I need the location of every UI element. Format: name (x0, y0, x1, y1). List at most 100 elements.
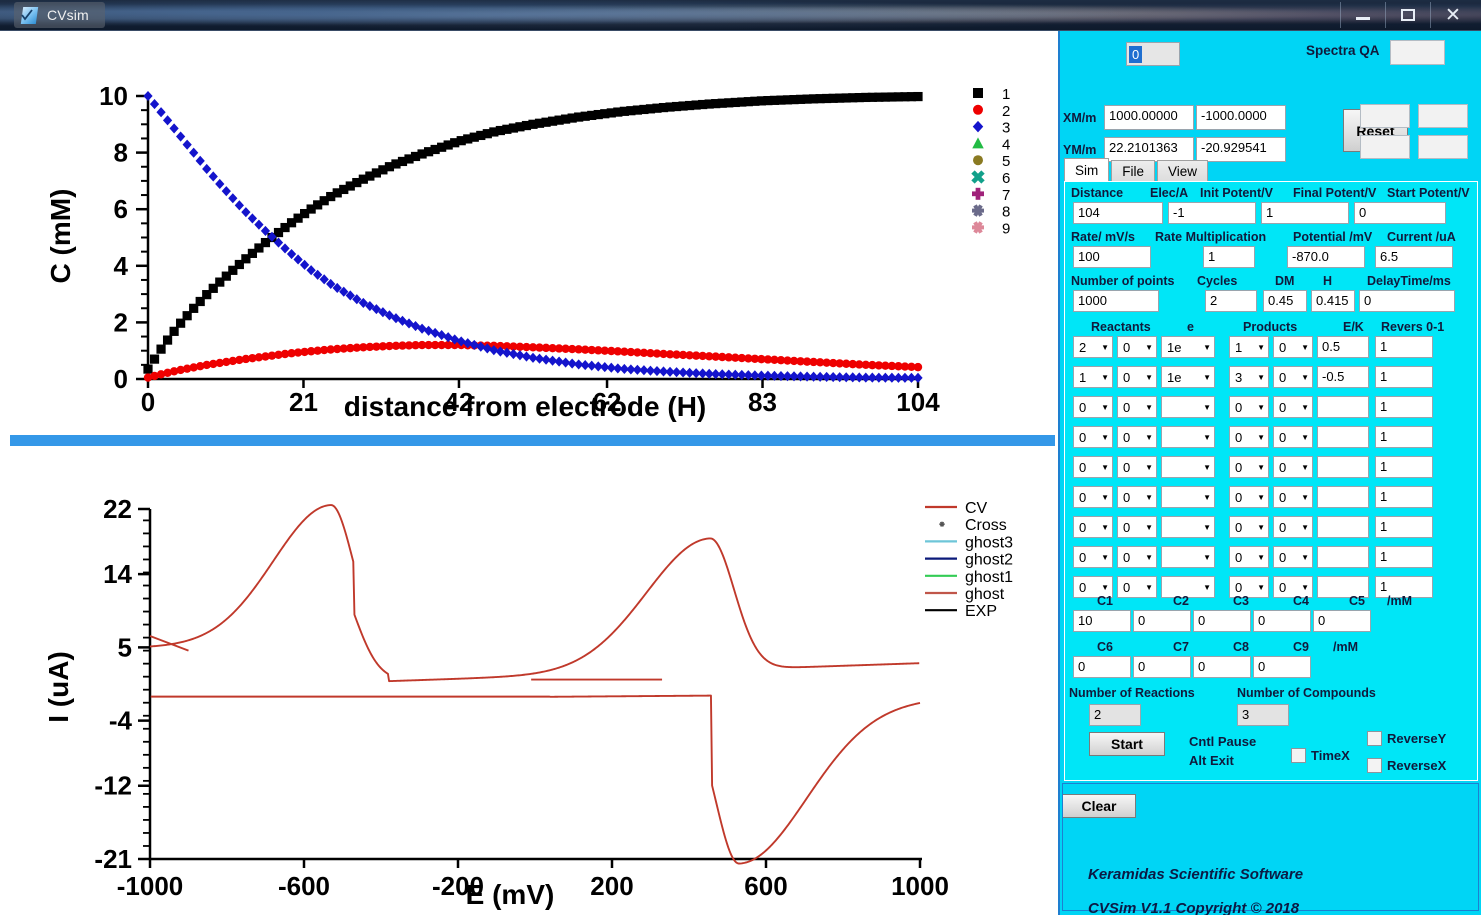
reactant-1-select-row-6[interactable]: 0 ▼ (1073, 486, 1113, 508)
tab-view[interactable]: View (1157, 160, 1209, 182)
reactant-2-select-row-3[interactable]: 0 ▼ (1117, 396, 1157, 418)
ek-value-field-row-3[interactable] (1317, 396, 1369, 418)
product-1-select-row-1[interactable]: 1 ▼ (1229, 336, 1269, 358)
delay-time-field[interactable]: 0 (1359, 290, 1455, 312)
potential-field[interactable]: -870.0 (1287, 246, 1365, 268)
c8-field[interactable]: 0 (1193, 656, 1251, 678)
electrons-select-row-1[interactable]: 1e ▼ (1161, 336, 1215, 358)
product-2-select-row-2[interactable]: 0 ▼ (1273, 366, 1313, 388)
minimize-button[interactable] (1340, 2, 1385, 28)
reversibility-field-row-4[interactable]: 1 (1375, 426, 1433, 448)
reactant-2-select-row-1[interactable]: 0 ▼ (1117, 336, 1157, 358)
product-2-select-row-3[interactable]: 0 ▼ (1273, 396, 1313, 418)
reactant-2-select-row-2[interactable]: 0 ▼ (1117, 366, 1157, 388)
distance-field[interactable]: 104 (1073, 202, 1163, 224)
current-field[interactable]: 6.5 (1375, 246, 1453, 268)
product-1-select-row-8[interactable]: 0 ▼ (1229, 546, 1269, 568)
reversibility-field-row-5[interactable]: 1 (1375, 456, 1433, 478)
reactant-1-select-row-7[interactable]: 0 ▼ (1073, 516, 1113, 538)
reactant-2-select-row-5[interactable]: 0 ▼ (1117, 456, 1157, 478)
ek-value-field-row-7[interactable] (1317, 516, 1369, 538)
tab-sim[interactable]: Sim (1064, 158, 1110, 182)
start-button[interactable]: Start (1089, 732, 1165, 756)
clear-button[interactable]: Clear (1062, 794, 1136, 818)
c9-field[interactable]: 0 (1253, 656, 1311, 678)
product-1-select-row-6[interactable]: 0 ▼ (1229, 486, 1269, 508)
reversey-checkbox[interactable] (1367, 731, 1382, 746)
reversibility-field-row-3[interactable]: 1 (1375, 396, 1433, 418)
ym-min-field[interactable]: -20.929541 (1196, 137, 1286, 162)
electrons-select-row-3[interactable]: ▼ (1161, 396, 1215, 418)
reactant-2-select-row-7[interactable]: 0 ▼ (1117, 516, 1157, 538)
num-points-field[interactable]: 1000 (1073, 290, 1159, 312)
aux-field-4[interactable] (1418, 135, 1468, 159)
reactant-1-select-row-1[interactable]: 2 ▼ (1073, 336, 1113, 358)
product-2-select-row-1[interactable]: 0 ▼ (1273, 336, 1313, 358)
product-2-select-row-4[interactable]: 0 ▼ (1273, 426, 1313, 448)
product-2-select-row-6[interactable]: 0 ▼ (1273, 486, 1313, 508)
c1-field[interactable]: 10 (1073, 610, 1131, 632)
reactant-2-select-row-6[interactable]: 0 ▼ (1117, 486, 1157, 508)
reactant-1-select-row-2[interactable]: 1 ▼ (1073, 366, 1113, 388)
reversibility-field-row-1[interactable]: 1 (1375, 336, 1433, 358)
electrons-select-row-6[interactable]: ▼ (1161, 486, 1215, 508)
aux-field-2[interactable] (1418, 104, 1468, 128)
reversibility-field-row-6[interactable]: 1 (1375, 486, 1433, 508)
init-potential-field[interactable]: -1 (1168, 202, 1256, 224)
h-field[interactable]: 0.415 (1311, 290, 1355, 312)
reversex-checkbox[interactable] (1367, 758, 1382, 773)
electrons-select-row-8[interactable]: ▼ (1161, 546, 1215, 568)
rate-field[interactable]: 100 (1073, 246, 1151, 268)
product-1-select-row-3[interactable]: 0 ▼ (1229, 396, 1269, 418)
reactant-2-select-row-9[interactable]: 0 ▼ (1117, 576, 1157, 598)
product-1-select-row-4[interactable]: 0 ▼ (1229, 426, 1269, 448)
electrons-select-row-7[interactable]: ▼ (1161, 516, 1215, 538)
start-potential-field[interactable]: 0 (1354, 202, 1446, 224)
xm-max-field[interactable]: 1000.00000 (1104, 105, 1194, 130)
c6-field[interactable]: 0 (1073, 656, 1131, 678)
ek-value-field-row-4[interactable] (1317, 426, 1369, 448)
reversibility-field-row-8[interactable]: 1 (1375, 546, 1433, 568)
ek-value-field-row-1[interactable]: 0.5 (1317, 336, 1369, 358)
product-2-select-row-5[interactable]: 0 ▼ (1273, 456, 1313, 478)
maximize-button[interactable] (1385, 2, 1430, 28)
number-of-compounds-field[interactable]: 3 (1237, 704, 1289, 726)
product-2-select-row-8[interactable]: 0 ▼ (1273, 546, 1313, 568)
ek-value-field-row-6[interactable] (1317, 486, 1369, 508)
product-2-select-row-7[interactable]: 0 ▼ (1273, 516, 1313, 538)
rate-mult-field[interactable]: 1 (1203, 246, 1255, 268)
spectra-qa-field[interactable] (1390, 40, 1445, 65)
reactant-1-select-row-5[interactable]: 0 ▼ (1073, 456, 1113, 478)
reactant-1-select-row-3[interactable]: 0 ▼ (1073, 396, 1113, 418)
ym-max-field[interactable]: 22.2101363 (1104, 137, 1194, 162)
reactant-1-select-row-4[interactable]: 0 ▼ (1073, 426, 1113, 448)
ek-value-field-row-8[interactable] (1317, 546, 1369, 568)
product-1-select-row-5[interactable]: 0 ▼ (1229, 456, 1269, 478)
ek-value-field-row-2[interactable]: -0.5 (1317, 366, 1369, 388)
electrons-select-row-4[interactable]: ▼ (1161, 426, 1215, 448)
electrons-select-row-2[interactable]: 1e ▼ (1161, 366, 1215, 388)
reactant-2-select-row-4[interactable]: 0 ▼ (1117, 426, 1157, 448)
reversibility-field-row-7[interactable]: 1 (1375, 516, 1433, 538)
reversibility-field-row-2[interactable]: 1 (1375, 366, 1433, 388)
dm-field[interactable]: 0.45 (1263, 290, 1307, 312)
product-1-select-row-2[interactable]: 3 ▼ (1229, 366, 1269, 388)
ek-value-field-row-5[interactable] (1317, 456, 1369, 478)
c4-field[interactable]: 0 (1253, 610, 1311, 632)
c2-field[interactable]: 0 (1133, 610, 1191, 632)
final-potential-field[interactable]: 1 (1261, 202, 1349, 224)
aux-field-3[interactable] (1360, 135, 1410, 159)
reactant-1-select-row-8[interactable]: 0 ▼ (1073, 546, 1113, 568)
xm-min-field[interactable]: -1000.0000 (1196, 105, 1286, 130)
aux-field-1[interactable] (1360, 104, 1410, 128)
number-of-reactions-field[interactable]: 2 (1089, 704, 1141, 726)
c3-field[interactable]: 0 (1193, 610, 1251, 632)
c7-field[interactable]: 0 (1133, 656, 1191, 678)
timex-checkbox[interactable] (1291, 748, 1306, 763)
index-field[interactable]: 0 (1126, 42, 1180, 66)
electrons-select-row-5[interactable]: ▼ (1161, 456, 1215, 478)
tab-file[interactable]: File (1111, 160, 1156, 182)
close-button[interactable]: ✕ (1430, 2, 1475, 28)
product-1-select-row-7[interactable]: 0 ▼ (1229, 516, 1269, 538)
c5-field[interactable]: 0 (1313, 610, 1371, 632)
